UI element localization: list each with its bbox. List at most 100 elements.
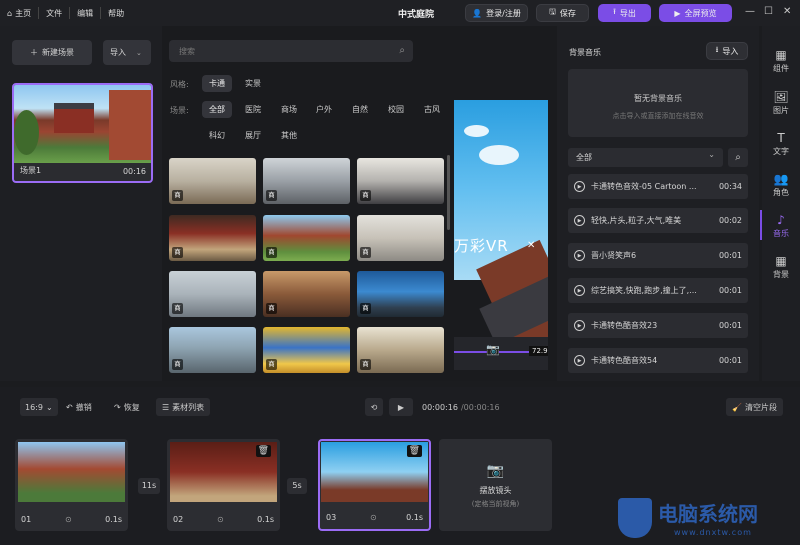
place-camera-button[interactable]: 📷 摆放镜头 (定格当前视角) [439, 439, 552, 531]
trash-icon[interactable]: 🗑 [255, 445, 271, 457]
scene-tag-ancient[interactable]: 古风 [417, 101, 447, 118]
music-filter-select[interactable]: 全部 ⌄ [568, 148, 723, 167]
chevron-down-icon: ⌄ [708, 150, 715, 159]
library-thumbnail[interactable]: 商 [169, 215, 256, 261]
loop-icon[interactable]: ⟲ [365, 398, 383, 416]
library-thumbnail[interactable]: 商 [263, 327, 350, 373]
scene-tag-hospital[interactable]: 医院 [238, 101, 268, 118]
camera-icon[interactable]: 📷 [486, 343, 500, 356]
trash-icon[interactable]: 🗑 [406, 445, 422, 457]
scene-tag-mall[interactable]: 商场 [274, 101, 304, 118]
timeline-clip[interactable]: 🗑 02 ⊙ 0.1s [167, 439, 280, 531]
character-icon: 👥 [773, 172, 789, 186]
menu-home[interactable]: ⌂ 主页 [0, 0, 38, 26]
timeline-clip[interactable]: 01 ⊙ 0.1s [15, 439, 128, 531]
library-thumbnail[interactable]: 商 [357, 158, 444, 204]
music-list-item[interactable]: ▶ 轻快,片头,粒子,大气,唯美 00:02 [568, 208, 748, 233]
music-list-item[interactable]: ▶ 综艺搞笑,快跑,跑步,撞上了,... 00:01 [568, 278, 748, 303]
sidebar-item-components[interactable]: ▦ 组件 [762, 48, 800, 74]
sidebar-item-images[interactable]: 🖼 图片 [762, 90, 800, 116]
scene-type-label: 场景: [170, 106, 189, 115]
library-scrollbar[interactable] [447, 155, 450, 230]
play-icon[interactable]: ⊙ [65, 515, 72, 524]
scene-tag-outdoor[interactable]: 户外 [309, 101, 339, 118]
library-thumbnail[interactable]: 商 [169, 327, 256, 373]
close-icon[interactable]: ✕ [783, 6, 791, 17]
scene-tag-exhibition[interactable]: 展厅 [238, 127, 268, 144]
grid-icon: ▦ [775, 48, 787, 62]
asset-list-button[interactable]: ☰ 素材列表 [156, 398, 211, 416]
camera-icon: 📷 [486, 463, 505, 479]
library-thumbnail[interactable]: 商 [169, 158, 256, 204]
vr-preview[interactable]: 万彩VR ✕ 📷 72.96 [454, 100, 548, 370]
music-list-item[interactable]: ▶ 卡通转色音效-05 Cartoon ... 00:34 [568, 174, 748, 199]
play-icon[interactable]: ▶ [574, 320, 585, 331]
play-button[interactable]: ▶ [389, 398, 413, 416]
sidebar-item-characters[interactable]: 👥 角色 [762, 172, 800, 198]
play-icon: ▶ [674, 8, 681, 18]
login-button[interactable]: 👤 登录/注册 [465, 4, 528, 22]
plus-icon: ＋ [30, 48, 38, 57]
transition-duration[interactable]: 11s [138, 478, 160, 494]
import-music-button[interactable]: ⭳ 导入 [706, 42, 748, 60]
scene-tag-all[interactable]: 全部 [202, 101, 232, 118]
undo-button[interactable]: ↶ 撤销 [66, 398, 92, 416]
redo-button[interactable]: ↷ 恢复 [114, 398, 140, 416]
scene-tag-other[interactable]: 其他 [274, 127, 304, 144]
timeline-clip-selected[interactable]: 🗑 03 ⊙ 0.1s [318, 439, 431, 531]
scene-tag-nature[interactable]: 自然 [345, 101, 375, 118]
commercial-badge: 商 [266, 247, 277, 258]
menu-file[interactable]: 文件 [39, 0, 69, 26]
search-icon[interactable]: ⌕ [399, 45, 405, 56]
music-list-item[interactable]: ▶ 卡通转色酷音效54 00:01 [568, 348, 748, 373]
library-thumbnail[interactable]: 商 [357, 271, 444, 317]
play-icon[interactable]: ▶ [574, 285, 585, 296]
library-thumbnail[interactable]: 商 [263, 215, 350, 261]
sidebar-item-text[interactable]: T 文字 [762, 131, 800, 157]
project-title: 中式庭院 [398, 10, 435, 20]
watermark-url: www.dnxtw.com [674, 528, 752, 537]
play-icon[interactable]: ▶ [574, 181, 585, 192]
play-icon[interactable]: ▶ [574, 250, 585, 261]
scene-tag-campus[interactable]: 校园 [381, 101, 411, 118]
export-button[interactable]: ⭱ 导出 [598, 4, 651, 22]
fullscreen-preview-button[interactable]: ▶ 全屏预览 [659, 4, 732, 22]
minimize-icon[interactable]: — [745, 6, 755, 17]
library-thumbnail[interactable]: 商 [263, 271, 350, 317]
scene-card[interactable]: 场景1 00:16 [12, 83, 153, 183]
style-tag-cartoon[interactable]: 卡通 [202, 75, 232, 92]
style-tag-real[interactable]: 实景 [238, 75, 268, 92]
library-thumbnail[interactable]: 商 [357, 327, 444, 373]
commercial-badge: 商 [172, 190, 183, 201]
scene-tag-scifi[interactable]: 科幻 [202, 127, 232, 144]
transition-duration[interactable]: 5s [287, 478, 307, 494]
library-thumbnail[interactable]: 商 [263, 158, 350, 204]
library-thumbnail[interactable]: 商 [169, 271, 256, 317]
music-list-item[interactable]: ▶ 卡通转色酷音效23 00:01 [568, 313, 748, 338]
close-watermark-icon[interactable]: ✕ [527, 240, 535, 251]
background-icon: ▦ [775, 254, 787, 268]
music-list-item[interactable]: ▶ 晋小贤笑声6 00:01 [568, 243, 748, 268]
menu-help[interactable]: 帮助 [101, 0, 131, 26]
sidebar-item-music[interactable]: ♪ 音乐 [762, 213, 800, 239]
play-icon[interactable]: ⊙ [217, 515, 224, 524]
save-button[interactable]: 🖫 保存 [536, 4, 589, 22]
import-scene-button[interactable]: 导入 ⌄ [103, 40, 151, 65]
music-search-icon[interactable]: ⌕ [728, 148, 748, 167]
play-icon[interactable]: ▶ [574, 355, 585, 366]
scene-thumbnail [14, 85, 151, 163]
sidebar-item-background[interactable]: ▦ 背景 [762, 254, 800, 280]
site-watermark: 电脑系统网 www.dnxtw.com [614, 494, 800, 545]
save-icon: 🖫 [549, 7, 556, 16]
clear-clips-button[interactable]: 🧹 清空片段 [726, 398, 783, 416]
menu-edit[interactable]: 编辑 [70, 0, 100, 26]
shield-logo-icon [618, 498, 652, 538]
new-scene-button[interactable]: ＋新建场景 [12, 40, 92, 65]
preview-watermark: 万彩VR [454, 237, 509, 255]
play-icon[interactable]: ⊙ [370, 513, 377, 522]
maximize-icon[interactable]: ☐ [764, 6, 773, 17]
search-input[interactable]: 搜索 ⌕ [169, 40, 413, 62]
library-thumbnail[interactable]: 商 [357, 215, 444, 261]
play-icon[interactable]: ▶ [574, 215, 585, 226]
aspect-ratio-select[interactable]: 16:9 ⌄ [20, 398, 58, 416]
